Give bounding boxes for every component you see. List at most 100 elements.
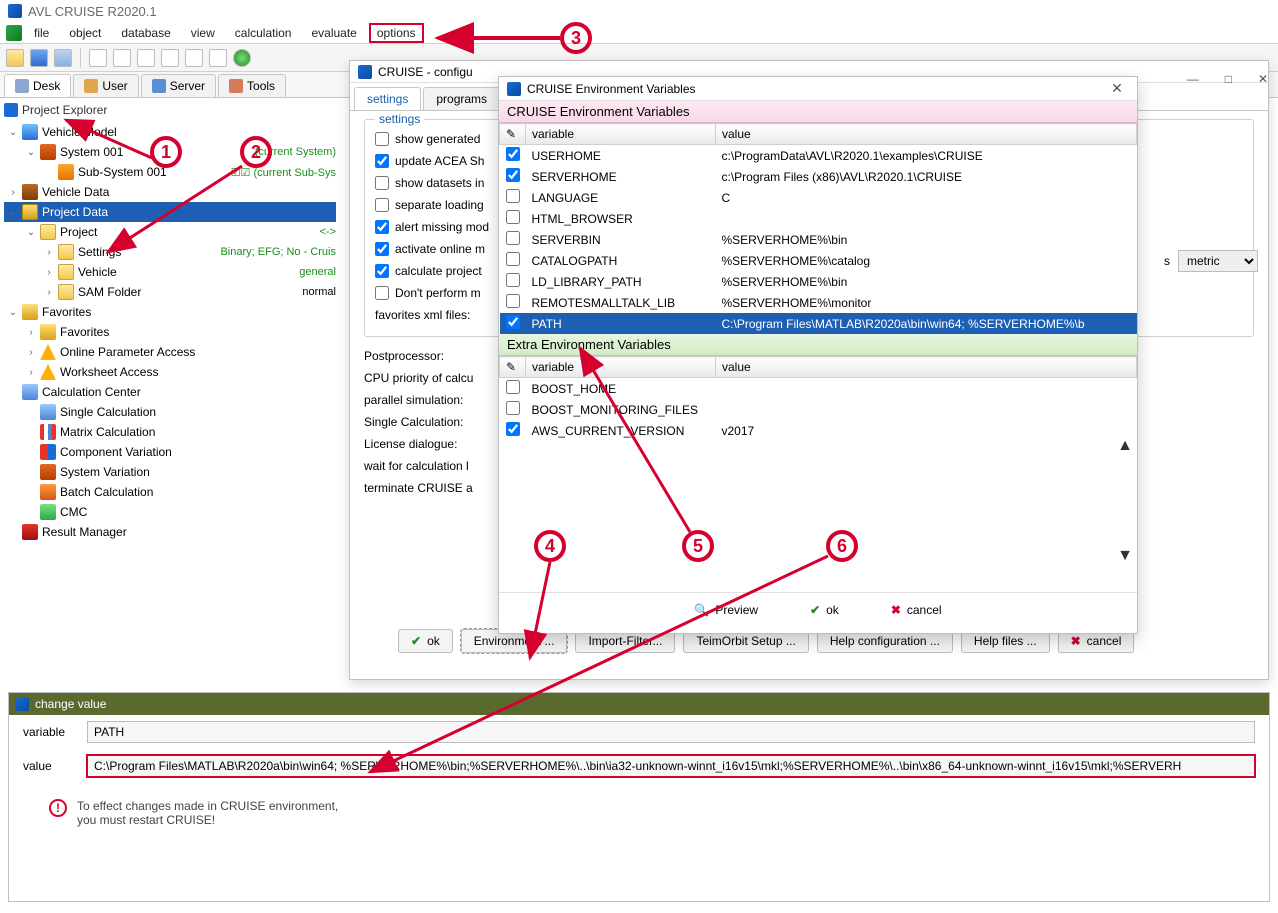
info-icon[interactable] [233,49,251,67]
value-input[interactable]: C:\Program Files\MATLAB\R2020a\bin\win64… [87,755,1255,777]
save-icon[interactable] [30,49,48,67]
tree-node[interactable]: Result Manager [4,522,336,542]
menu-file[interactable]: file [26,24,57,42]
tab-desk[interactable]: Desk [4,74,71,97]
table-row[interactable]: SERVERHOMEc:\Program Files (x86)\AVL\R20… [500,166,1137,187]
checkbox-input[interactable] [375,176,389,190]
tree-node[interactable]: CMC [4,502,336,522]
tree-node[interactable]: Matrix Calculation [4,422,336,442]
expand-icon[interactable]: ⌄ [8,307,18,318]
tree-node[interactable]: ›Favorites [4,322,336,342]
tool-icon[interactable] [89,49,107,67]
menu-options[interactable]: options [369,23,424,43]
tree-node[interactable]: Single Calculation [4,402,336,422]
tree-node[interactable]: ›Worksheet Access [4,362,336,382]
checkbox-input[interactable] [375,154,389,168]
row-checkbox[interactable] [506,273,520,287]
scroll-down-icon[interactable]: ▼ [1117,547,1133,565]
close-icon[interactable]: ✕ [1105,80,1129,97]
col-value[interactable]: value [716,357,1137,378]
checkbox-input[interactable] [375,242,389,256]
tree-node[interactable]: ›Online Parameter Access [4,342,336,362]
scroll-up-icon[interactable]: ▲ [1117,437,1133,455]
maximize-icon[interactable]: □ [1225,72,1232,86]
table-row[interactable]: USERHOMEc:\ProgramData\AVL\R2020.1\examp… [500,145,1137,167]
expand-icon[interactable]: ⌄ [8,127,18,138]
tree-node[interactable]: Batch Calculation [4,482,336,502]
expand-icon[interactable]: › [26,367,36,378]
col-value[interactable]: value [716,124,1137,145]
row-checkbox[interactable] [506,147,520,161]
saveall-icon[interactable] [54,49,72,67]
tree-node[interactable]: Calculation Center [4,382,336,402]
checkbox-input[interactable] [375,132,389,146]
tree-node[interactable]: System Variation [4,462,336,482]
expand-icon[interactable]: ⌄ [26,227,36,238]
tab-tools[interactable]: Tools [218,74,286,97]
expand-icon[interactable]: › [26,327,36,338]
tool-icon[interactable] [209,49,227,67]
tree-node[interactable]: ⌄Project<-> [4,222,336,242]
checkbox-input[interactable] [375,198,389,212]
tree-node[interactable]: Component Variation [4,442,336,462]
menu-database[interactable]: database [113,24,178,42]
table-row[interactable]: BOOST_HOME [500,378,1137,400]
table-row[interactable]: LANGUAGEC [500,187,1137,208]
col-variable[interactable]: variable [526,124,716,145]
tool-icon[interactable] [113,49,131,67]
tool-icon[interactable] [161,49,179,67]
tree-node[interactable]: ⌄Project Data [4,202,336,222]
preview-button[interactable]: 🔍Preview [688,599,764,621]
table-row[interactable]: AWS_CURRENT_VERSIONv2017 [500,420,1137,441]
tree-node[interactable]: ⌄Favorites [4,302,336,322]
expand-icon[interactable]: › [8,187,18,198]
cancel-button[interactable]: ✖cancel [885,599,948,621]
row-checkbox[interactable] [506,315,520,329]
variable-input[interactable]: PATH [87,721,1255,743]
row-checkbox[interactable] [506,189,520,203]
tool-icon[interactable] [137,49,155,67]
close-icon[interactable]: ✕ [1258,72,1268,86]
tab-settings[interactable]: settings [354,87,421,110]
row-checkbox[interactable] [506,422,520,436]
checkbox-input[interactable] [375,220,389,234]
table-row[interactable]: LD_LIBRARY_PATH%SERVERHOME%\bin [500,271,1137,292]
tree-node[interactable]: ›SAM Foldernormal [4,282,336,302]
row-checkbox[interactable] [506,294,520,308]
menu-calculation[interactable]: calculation [227,24,300,42]
expand-icon[interactable]: ⌄ [8,207,18,218]
expand-icon[interactable]: › [26,347,36,358]
project-tree[interactable]: ⌄Vehicle Model⌄System 001(current System… [0,120,340,544]
checkbox-input[interactable] [375,286,389,300]
row-checkbox[interactable] [506,210,520,224]
row-checkbox[interactable] [506,252,520,266]
expand-icon[interactable]: ⌄ [26,147,36,158]
tab-user[interactable]: User [73,74,138,97]
unit-select[interactable]: metric [1178,250,1258,272]
table-row[interactable]: BOOST_MONITORING_FILES [500,399,1137,420]
menu-object[interactable]: object [61,24,109,42]
table-row[interactable]: REMOTESMALLTALK_LIB%SERVERHOME%\monitor [500,292,1137,313]
tree-node[interactable]: ›SettingsBinary; EFG; No - Cruis [4,242,336,262]
table-row[interactable]: SERVERBIN%SERVERHOME%\bin [500,229,1137,250]
expand-icon[interactable]: › [44,287,54,298]
tool-icon[interactable] [185,49,203,67]
ok-button[interactable]: ✔ok [804,599,845,621]
change-titlebar[interactable]: change value [9,693,1269,715]
table-row[interactable]: HTML_BROWSER [500,208,1137,229]
tab-programs[interactable]: programs [423,87,500,110]
row-checkbox[interactable] [506,380,520,394]
row-checkbox[interactable] [506,231,520,245]
expand-icon[interactable]: › [44,267,54,278]
open-icon[interactable] [6,49,24,67]
minimize-icon[interactable]: — [1187,72,1199,86]
tree-node[interactable]: Sub-System 001☑☑ (current Sub-Sys [4,162,336,182]
tree-node[interactable]: ⌄System 001(current System) [4,142,336,162]
menu-evaluate[interactable]: evaluate [303,24,364,42]
row-checkbox[interactable] [506,168,520,182]
menu-view[interactable]: view [183,24,223,42]
table-row[interactable]: PATHC:\Program Files\MATLAB\R2020a\bin\w… [500,313,1137,334]
env-titlebar[interactable]: CRUISE Environment Variables ✕ [499,77,1137,101]
row-checkbox[interactable] [506,401,520,415]
tree-node[interactable]: ›Vehicle Data [4,182,336,202]
